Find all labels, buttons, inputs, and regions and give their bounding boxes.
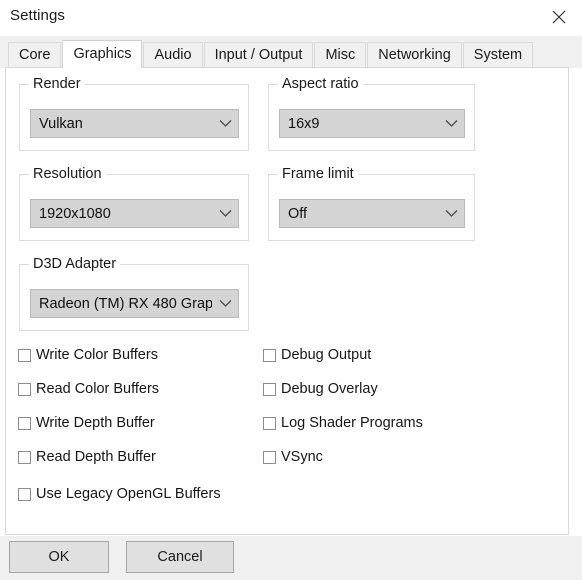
graphics-settings-panel: Render Vulkan Aspect ratio 16x9 Resoluti…	[5, 67, 569, 535]
tab-system[interactable]: System	[462, 42, 534, 68]
chevron-down-icon	[212, 119, 238, 128]
resolution-group-title: Resolution	[29, 166, 106, 182]
checkbox-debug-overlay[interactable]: Debug Overlay	[263, 381, 378, 397]
checkbox-box[interactable]	[18, 416, 31, 430]
checkbox-read-color-buffers[interactable]: Read Color Buffers	[18, 381, 159, 397]
checkbox-box[interactable]	[18, 348, 31, 362]
aspect-ratio-group: Aspect ratio 16x9	[268, 76, 475, 151]
checkbox-write-depth-buffer[interactable]: Write Depth Buffer	[18, 415, 155, 431]
checkbox-label: VSync	[281, 449, 323, 465]
render-combobox[interactable]: Vulkan	[30, 109, 239, 138]
frame-limit-group: Frame limit Off	[268, 166, 475, 241]
tab-graphics[interactable]: Graphics	[62, 40, 143, 68]
checkbox-debug-output[interactable]: Debug Output	[263, 347, 371, 363]
aspect-ratio-combobox[interactable]: 16x9	[279, 109, 465, 138]
checkbox-box[interactable]	[263, 348, 276, 362]
tab-core[interactable]: Core	[8, 42, 62, 68]
checkbox-write-color-buffers[interactable]: Write Color Buffers	[18, 347, 158, 363]
ok-button[interactable]: OK	[9, 541, 109, 573]
aspect-ratio-group-title: Aspect ratio	[278, 76, 363, 92]
d3d-adapter-group: D3D Adapter Radeon (TM) RX 480 Graphics	[19, 256, 249, 331]
title-bar: Settings	[0, 0, 582, 37]
checkbox-box[interactable]	[18, 450, 31, 464]
render-group: Render Vulkan	[19, 76, 249, 151]
tab-audio[interactable]: Audio	[143, 42, 203, 68]
checkbox-box[interactable]	[263, 450, 276, 464]
d3d-adapter-combobox[interactable]: Radeon (TM) RX 480 Graphics	[30, 289, 239, 318]
chevron-down-icon	[212, 299, 238, 308]
checkbox-box[interactable]	[18, 487, 31, 501]
render-group-title: Render	[29, 76, 85, 92]
resolution-combobox[interactable]: 1920x1080	[30, 199, 239, 228]
checkbox-use-legacy-opengl-buffers[interactable]: Use Legacy OpenGL Buffers	[18, 486, 221, 502]
frame-limit-combobox[interactable]: Off	[279, 199, 465, 228]
d3d-adapter-group-title: D3D Adapter	[29, 256, 121, 272]
checkbox-label: Debug Overlay	[281, 381, 378, 397]
chevron-down-icon	[438, 119, 464, 128]
checkbox-label: Read Color Buffers	[36, 381, 160, 397]
checkbox-box[interactable]	[18, 382, 31, 396]
checkbox-box[interactable]	[263, 416, 276, 430]
tab-misc[interactable]: Misc	[314, 42, 367, 68]
aspect-ratio-combobox-value: 16x9	[288, 115, 320, 132]
checkbox-read-depth-buffer[interactable]: Read Depth Buffer	[18, 449, 156, 465]
checkbox-vsync[interactable]: VSync	[263, 449, 323, 465]
d3d-adapter-combobox-value: Radeon (TM) RX 480 Graphics	[39, 295, 212, 312]
cancel-button[interactable]: Cancel	[126, 541, 234, 573]
chevron-down-icon	[212, 209, 238, 218]
tab-list: Core Graphics Audio Input / Output Misc …	[8, 40, 534, 68]
chevron-down-icon	[438, 209, 464, 218]
close-glyph	[552, 10, 566, 24]
tab-strip: Core Graphics Audio Input / Output Misc …	[0, 36, 582, 68]
checkbox-log-shader-programs[interactable]: Log Shader Programs	[263, 415, 423, 431]
checkbox-label: Write Color Buffers	[36, 347, 158, 363]
checkbox-label: Read Depth Buffer	[36, 449, 156, 465]
checkbox-box[interactable]	[263, 382, 276, 396]
frame-limit-combobox-value: Off	[288, 205, 308, 222]
checkbox-label: Write Depth Buffer	[36, 415, 155, 431]
dialog-footer: OK Cancel	[0, 536, 582, 580]
resolution-combobox-value: 1920x1080	[39, 205, 111, 222]
tab-networking[interactable]: Networking	[367, 42, 462, 68]
checkbox-label: Log Shader Programs	[281, 415, 423, 431]
tab-input-output[interactable]: Input / Output	[203, 42, 314, 68]
resolution-group: Resolution 1920x1080	[19, 166, 249, 241]
checkbox-label: Debug Output	[281, 347, 372, 363]
close-icon[interactable]	[536, 0, 582, 34]
frame-limit-group-title: Frame limit	[278, 166, 358, 182]
checkbox-label: Use Legacy OpenGL Buffers	[36, 486, 221, 502]
render-combobox-value: Vulkan	[39, 115, 83, 132]
window-title: Settings	[10, 7, 65, 24]
